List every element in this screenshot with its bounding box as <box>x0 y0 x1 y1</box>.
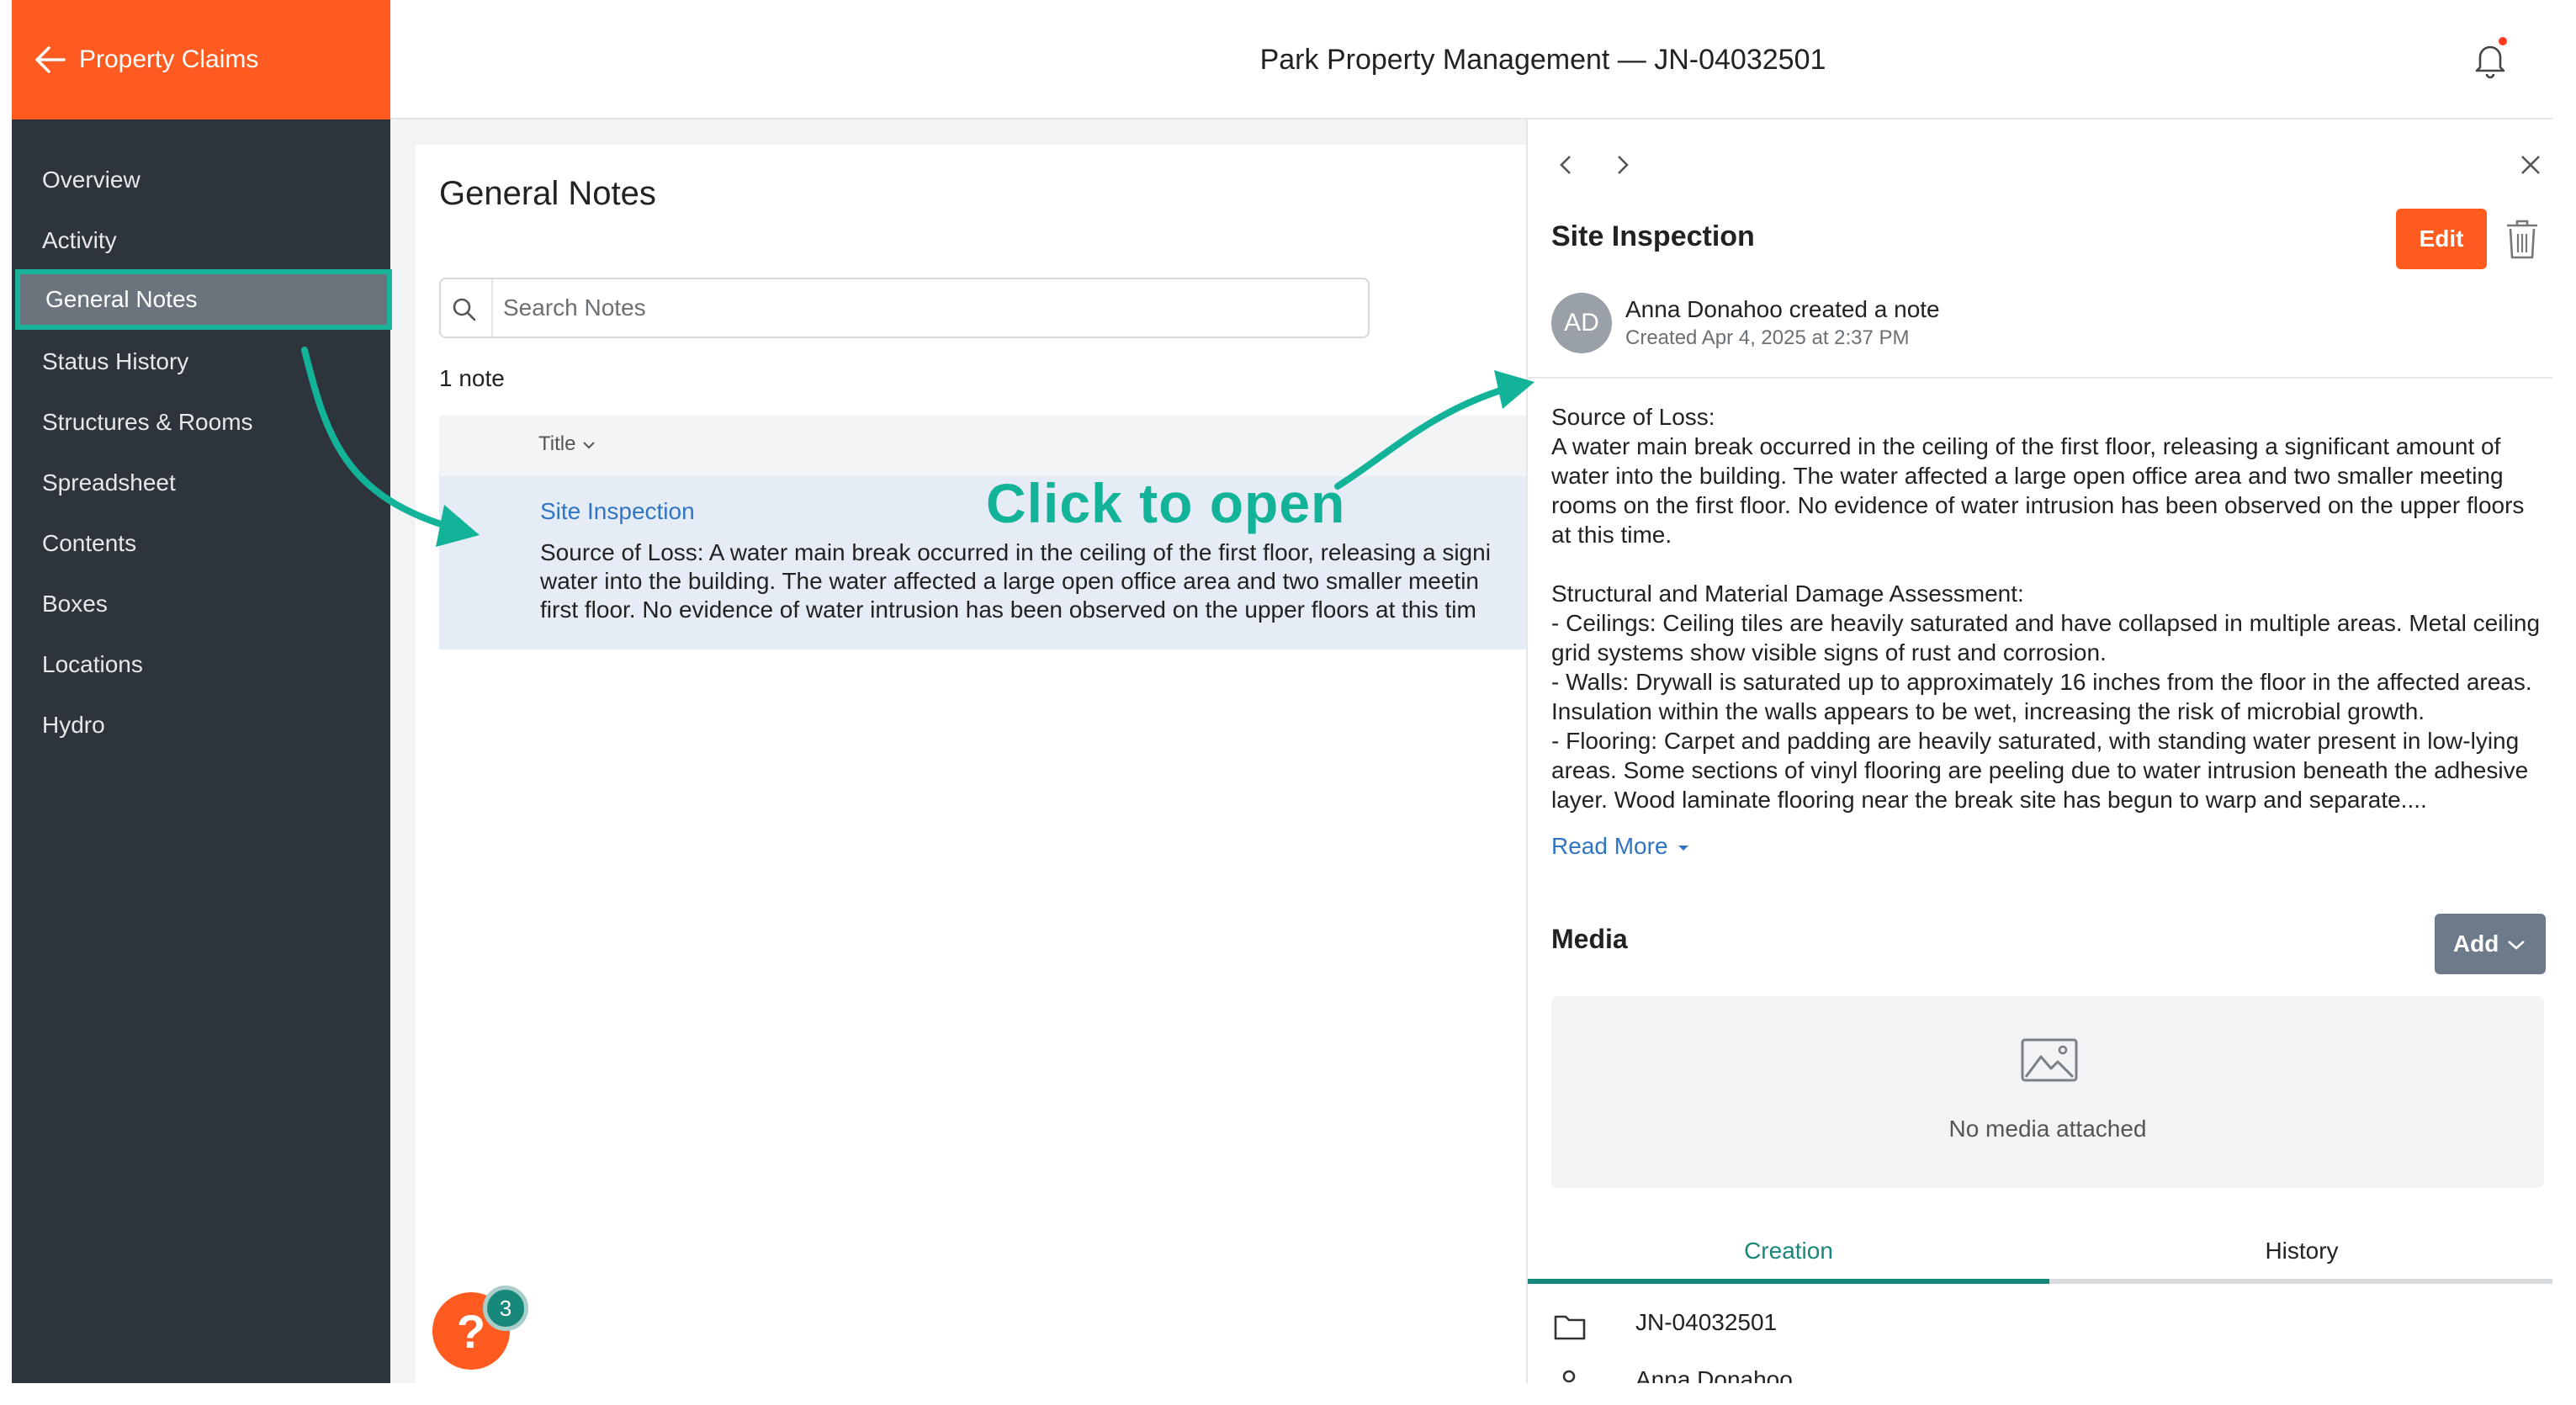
next-note-icon[interactable] <box>1605 148 1639 182</box>
question-icon: ? <box>456 1304 486 1358</box>
back-to-property-claims[interactable]: Property Claims <box>12 0 390 119</box>
notes-list-panel: General Notes 1 note Title Site Inspecti… <box>416 145 1526 1383</box>
media-section-title: Media <box>1551 924 1628 954</box>
job-number: JN-04032501 <box>1635 1309 1778 1335</box>
edit-button[interactable]: Edit <box>2396 209 2487 269</box>
note-detail-title: Site Inspection <box>1551 220 1755 252</box>
sidebar-item-boxes[interactable]: Boxes <box>12 574 390 634</box>
previous-note-icon[interactable] <box>1550 148 1583 182</box>
click-to-open-annotation: Click to open <box>986 472 1346 534</box>
sidebar-item-hydro[interactable]: Hydro <box>12 695 390 756</box>
trash-icon[interactable] <box>2502 217 2542 261</box>
read-more-link[interactable]: Read More <box>1551 833 1693 860</box>
sidebar-item-spreadsheet[interactable]: Spreadsheet <box>12 453 390 513</box>
table-row[interactable]: Site Inspection Source of Loss: A water … <box>439 476 1526 649</box>
back-label: Property Claims <box>79 45 259 73</box>
sidebar-item-activity[interactable]: Activity <box>12 210 390 271</box>
created-by-name: Anna Donahoo <box>1635 1366 1793 1383</box>
avatar: AD <box>1551 293 1612 353</box>
sidebar-item-general-notes[interactable]: General Notes <box>15 269 392 330</box>
chevron-down-icon <box>2508 941 2525 950</box>
notification-bell-icon[interactable] <box>2467 35 2514 82</box>
search-icon <box>453 298 476 321</box>
search-box <box>439 278 1370 338</box>
table-header: Title <box>439 416 1526 476</box>
tab-history[interactable]: History <box>2049 1223 2552 1284</box>
person-icon <box>1562 1370 1576 1383</box>
note-body: Source of Loss: A water main break occur… <box>1551 404 2541 813</box>
divider <box>1528 377 2552 379</box>
note-title-link[interactable]: Site Inspection <box>540 498 695 525</box>
arrow-left-icon <box>35 46 66 73</box>
search-input[interactable] <box>503 279 1344 337</box>
sidebar-item-structures-rooms[interactable]: Structures & Rooms <box>12 392 390 453</box>
caret-down-icon <box>1678 846 1689 851</box>
top-header: Park Property Management — JN-04032501 <box>390 0 2552 119</box>
chevron-down-icon <box>583 442 595 449</box>
note-detail-panel: Site Inspection Edit AD Anna Donahoo cre… <box>1526 119 2552 1383</box>
sidebar-item-status-history[interactable]: Status History <box>12 331 390 392</box>
media-empty-state: No media attached <box>1551 996 2544 1188</box>
note-author: Anna Donahoo created a note <box>1625 296 1940 322</box>
sidebar: Overview Activity General Notes Status H… <box>12 119 392 1383</box>
sidebar-item-overview[interactable]: Overview <box>12 150 390 210</box>
tab-creation[interactable]: Creation <box>1528 1223 2049 1284</box>
sidebar-item-locations[interactable]: Locations <box>12 634 390 695</box>
no-media-text: No media attached <box>1948 1116 2147 1142</box>
search-divider <box>491 279 493 337</box>
image-placeholder-icon <box>2021 1038 2078 1082</box>
note-preview: Source of Loss: A water main break occur… <box>540 539 1491 623</box>
sort-by-title[interactable]: Title <box>538 432 596 456</box>
folder-icon <box>1554 1315 1586 1340</box>
app-frame: Property Claims Overview Activity Genera… <box>12 0 2552 1383</box>
page-header-title: Park Property Management — JN-04032501 <box>1259 43 1826 76</box>
sidebar-item-contents[interactable]: Contents <box>12 513 390 574</box>
help-badge-count: 3 <box>483 1286 528 1331</box>
close-icon[interactable] <box>2514 148 2547 182</box>
add-media-button[interactable]: Add <box>2435 914 2546 974</box>
page-title: General Notes <box>439 175 656 212</box>
note-count: 1 note <box>439 365 505 391</box>
note-created-timestamp: Created Apr 4, 2025 at 2:37 PM <box>1625 326 1910 349</box>
